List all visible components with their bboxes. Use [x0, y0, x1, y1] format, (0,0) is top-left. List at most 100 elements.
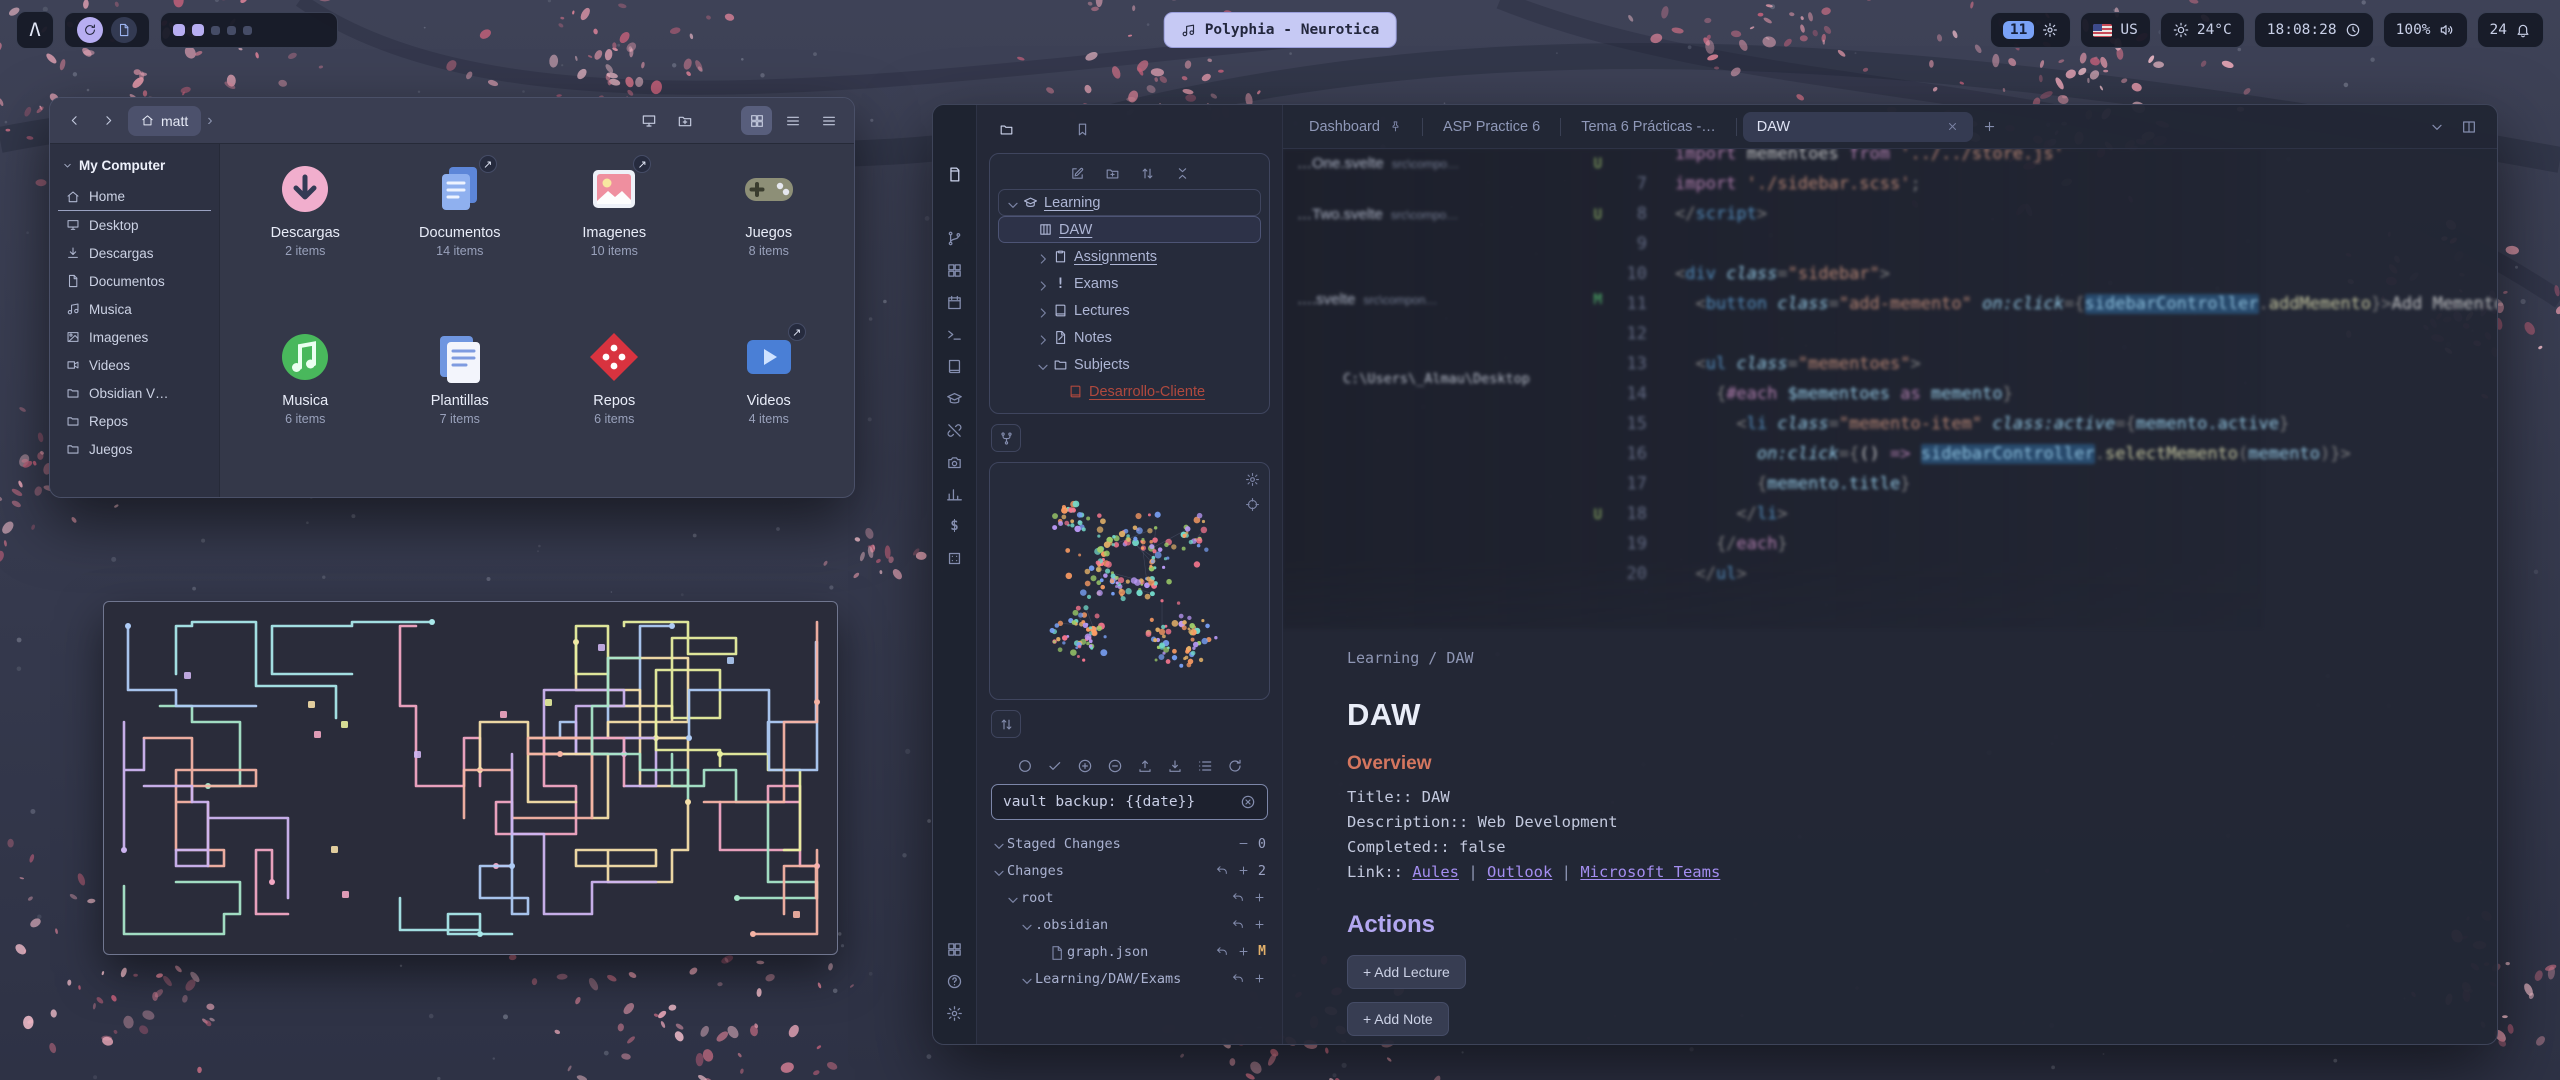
tab-asp-practice-6[interactable]: ASP Practice 6 [1429, 112, 1554, 142]
graph-view-card[interactable] [989, 462, 1270, 700]
ribbon-branch-button[interactable] [940, 223, 970, 253]
action-button--add-lecture[interactable]: + Add Lecture [1347, 955, 1466, 989]
ribbon-boxes-button[interactable] [940, 934, 970, 964]
tree-item-lectures[interactable]: Lectures [998, 297, 1261, 324]
workspace-dot[interactable] [192, 24, 204, 36]
git-row-actions[interactable] [1232, 972, 1270, 985]
folder-tile-documentos[interactable]: ↗Documentos14 items [383, 158, 538, 310]
folder-tile-plantillas[interactable]: Plantillas7 items [383, 326, 538, 478]
git-row-root[interactable]: root [989, 884, 1270, 911]
forward-button[interactable] [94, 107, 122, 135]
clock-module[interactable]: 18:08:28 [2254, 12, 2374, 48]
git-push-button[interactable] [1137, 758, 1153, 774]
sidebar-item-home[interactable]: Home [58, 183, 211, 211]
folder-tile-descargas[interactable]: Descargas2 items [228, 158, 383, 310]
tree-item-daw[interactable]: DAW [998, 216, 1261, 243]
explorer-folder-plus-button[interactable] [1105, 166, 1120, 181]
folder-tile-videos[interactable]: ↗Videos4 items [692, 326, 847, 478]
git-row-staged-changes[interactable]: Staged Changes0 [989, 830, 1270, 857]
back-button[interactable] [60, 107, 88, 135]
tree-item-subjects[interactable]: Subjects [998, 351, 1261, 378]
sidebar-tab-bookmark[interactable] [1069, 117, 1095, 141]
git-row-learning-daw-exams[interactable]: Learning/DAW/Exams [989, 965, 1270, 992]
folder-tile-musica[interactable]: Musica6 items [228, 326, 383, 478]
breadcrumb[interactable]: matt [128, 106, 201, 136]
folder-tile-imagenes[interactable]: ↗Imagenes10 items [537, 158, 692, 310]
tab-tema-6-pr-cticas-[interactable]: Tema 6 Prácticas -… [1567, 112, 1730, 142]
now-playing-widget[interactable]: Polyphia - Neurotica [1164, 12, 1397, 48]
generative-art-window[interactable] [103, 601, 838, 955]
git-row-actions[interactable]: 0 [1237, 836, 1270, 852]
new-tab-button[interactable] [1975, 112, 2005, 142]
tab-dashboard[interactable]: Dashboard [1295, 112, 1416, 142]
ribbon-chart-button[interactable] [940, 479, 970, 509]
tree-item-exams[interactable]: !Exams [998, 270, 1261, 297]
explorer-sort-button[interactable] [1140, 166, 1155, 181]
folder-tile-juegos[interactable]: Juegos8 items [692, 158, 847, 310]
ribbon-book-button[interactable] [940, 351, 970, 381]
ribbon-help-button[interactable] [940, 966, 970, 996]
tree-item-assignments[interactable]: Assignments [998, 243, 1261, 270]
ribbon-calendar-button[interactable] [940, 287, 970, 317]
ribbon-grid-button[interactable] [940, 255, 970, 285]
ribbon-camera-button[interactable] [940, 447, 970, 477]
sidebar-item-descargas[interactable]: Descargas [58, 239, 211, 267]
workspace-dot[interactable] [243, 26, 252, 35]
rows-button[interactable] [777, 106, 808, 135]
tree-item-learning[interactable]: Learning [998, 189, 1261, 216]
keyboard-layout-module[interactable]: US [2080, 12, 2150, 48]
monitor-button[interactable] [633, 106, 664, 135]
notifications-module[interactable]: 24 [2477, 12, 2544, 48]
editor-pane[interactable]: …One.sveltesrc\compo…U…Two.sveltesrc\com… [1283, 149, 2497, 1044]
ribbon-terminal-button[interactable] [940, 319, 970, 349]
git-plus-circle-button[interactable] [1077, 758, 1093, 774]
workspace-dot[interactable] [173, 24, 185, 36]
launcher-button[interactable]: Λ [16, 11, 54, 49]
tree-item-desarrollo-cliente[interactable]: Desarrollo-Cliente [998, 378, 1261, 405]
tab-list-dropdown-button[interactable] [2429, 119, 2445, 135]
ribbon-dollar-button[interactable]: $ [940, 511, 970, 541]
sidebar-item-juegos[interactable]: Juegos [58, 435, 211, 463]
sidebar-item-desktop[interactable]: Desktop [58, 211, 211, 239]
note-link-outlook[interactable]: Outlook [1487, 863, 1552, 881]
updates-module[interactable]: 11 [1990, 12, 2071, 48]
ribbon-unlink-button[interactable] [940, 415, 970, 445]
workspace-dot[interactable] [227, 26, 236, 35]
git-refresh-button[interactable] [1227, 758, 1243, 774]
git-check-button[interactable] [1047, 758, 1063, 774]
git-row-changes[interactable]: Changes2 [989, 857, 1270, 884]
sidebar-item-documentos[interactable]: Documentos [58, 267, 211, 295]
sidebar-tab-search[interactable] [1031, 117, 1057, 141]
local-graph-button[interactable] [991, 424, 1021, 452]
folder-tile-repos[interactable]: Repos6 items [537, 326, 692, 478]
ribbon-search-button[interactable] [940, 191, 970, 221]
search-button[interactable] [705, 106, 736, 135]
git-row-actions[interactable]: 2 [1216, 863, 1270, 879]
grid-button[interactable] [741, 106, 772, 135]
git-row-graph-json[interactable]: graph.jsonM [989, 938, 1270, 965]
git-row-actions[interactable] [1232, 891, 1270, 904]
note-link-microsoft-teams[interactable]: Microsoft Teams [1580, 863, 1720, 881]
sidebar-item-videos[interactable]: Videos [58, 351, 211, 379]
tree-item-notes[interactable]: Notes [998, 324, 1261, 351]
git-list-button[interactable] [1197, 758, 1213, 774]
ribbon-dice-button[interactable] [940, 543, 970, 573]
git-row-actions[interactable]: M [1216, 944, 1270, 959]
explorer-pencil-box-button[interactable] [1070, 166, 1085, 181]
ribbon-gear-button[interactable] [940, 998, 970, 1028]
action-button--add-note[interactable]: + Add Note [1347, 1002, 1449, 1036]
swirl-app-button[interactable] [77, 17, 103, 43]
ribbon-files-button[interactable] [940, 159, 970, 189]
commit-message-input[interactable]: vault backup: {{date}} [991, 784, 1268, 820]
weather-module[interactable]: 24°C [2160, 12, 2245, 48]
ribbon-cap-button[interactable] [940, 383, 970, 413]
git-pull-button[interactable] [1167, 758, 1183, 774]
sidebar-item-obsidianv[interactable]: Obsidian V… [58, 379, 211, 407]
sidebar-item-imagenes[interactable]: Imagenes [58, 323, 211, 351]
split-pane-button[interactable] [2461, 119, 2477, 135]
sidebar-item-musica[interactable]: Musica [58, 295, 211, 323]
note-link-aules[interactable]: Aules [1412, 863, 1459, 881]
sort-toggle-button[interactable] [991, 710, 1021, 738]
git-row--obsidian[interactable]: .obsidian [989, 911, 1270, 938]
git-row-actions[interactable] [1232, 918, 1270, 931]
